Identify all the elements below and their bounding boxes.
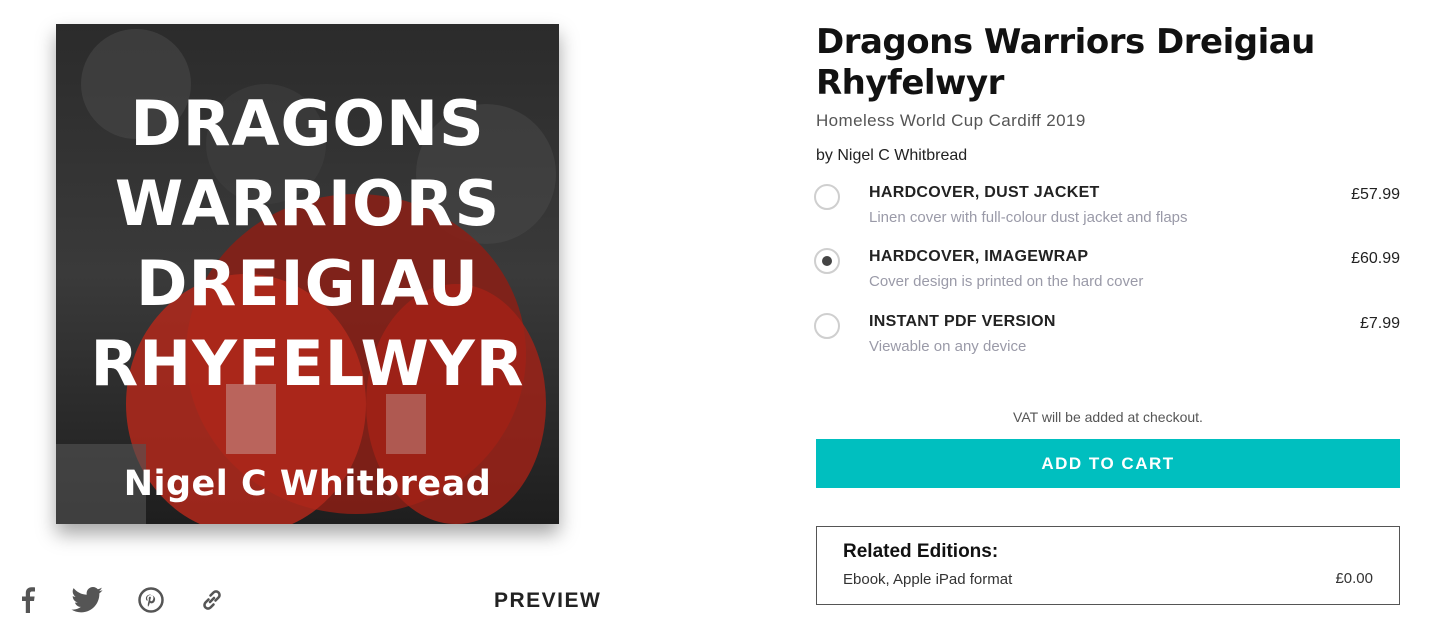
option-description: Cover design is printed on the hard cove… — [869, 273, 1144, 290]
cover-title-line: DRAGONS — [130, 87, 485, 160]
cover-title: DRAGONS WARRIORS DREIGIAU RHYFELWYR — [56, 84, 559, 404]
option-price: £60.99 — [1351, 250, 1400, 267]
radio-button[interactable] — [814, 313, 840, 339]
option-description: Linen cover with full-colour dust jacket… — [869, 209, 1188, 226]
option-name: INSTANT PDF VERSION — [869, 313, 1056, 330]
related-edition-price: £0.00 — [1335, 570, 1373, 587]
cover-title-line: WARRIORS — [114, 167, 501, 240]
radio-button[interactable] — [814, 184, 840, 210]
cover-author: Nigel C Whitbread — [123, 464, 492, 504]
book-cover[interactable]: DRAGONS WARRIORS DREIGIAU RHYFELWYR Nige… — [56, 24, 559, 524]
product-subtitle: Homeless World Cup Cardiff 2019 — [816, 111, 1086, 130]
preview-button[interactable]: PREVIEW — [494, 589, 601, 613]
format-option-imagewrap[interactable]: HARDCOVER, IMAGEWRAP Cover design is pri… — [812, 248, 1402, 304]
option-price: £57.99 — [1351, 186, 1400, 203]
related-heading: Related Editions: — [843, 541, 999, 562]
author-link[interactable]: by Nigel C Whitbread — [816, 147, 967, 165]
related-edition-link[interactable]: Ebook, Apple iPad format — [843, 571, 1012, 588]
format-option-dust-jacket[interactable]: HARDCOVER, DUST JACKET Linen cover with … — [812, 184, 1402, 240]
pinterest-icon[interactable] — [136, 584, 166, 616]
related-editions: Related Editions: Ebook, Apple iPad form… — [816, 526, 1400, 605]
radio-button-selected[interactable] — [814, 248, 840, 274]
add-to-cart-button[interactable]: ADD TO CART — [816, 439, 1400, 488]
option-name: HARDCOVER, DUST JACKET — [869, 184, 1100, 201]
facebook-icon[interactable] — [14, 584, 42, 616]
option-description: Viewable on any device — [869, 338, 1027, 355]
option-name: HARDCOVER, IMAGEWRAP — [869, 248, 1089, 265]
option-price: £7.99 — [1359, 315, 1400, 332]
link-icon[interactable] — [197, 584, 227, 616]
cover-title-line: DREIGIAU — [135, 247, 479, 320]
format-option-pdf[interactable]: INSTANT PDF VERSION Viewable on any devi… — [812, 313, 1402, 369]
product-title: Dragons Warriors Dreigiau Rhyfelwyr — [816, 22, 1315, 103]
vat-note: VAT will be added at checkout. — [1013, 409, 1203, 425]
cover-title-line: RHYFELWYR — [90, 327, 525, 400]
twitter-icon[interactable] — [70, 584, 104, 616]
